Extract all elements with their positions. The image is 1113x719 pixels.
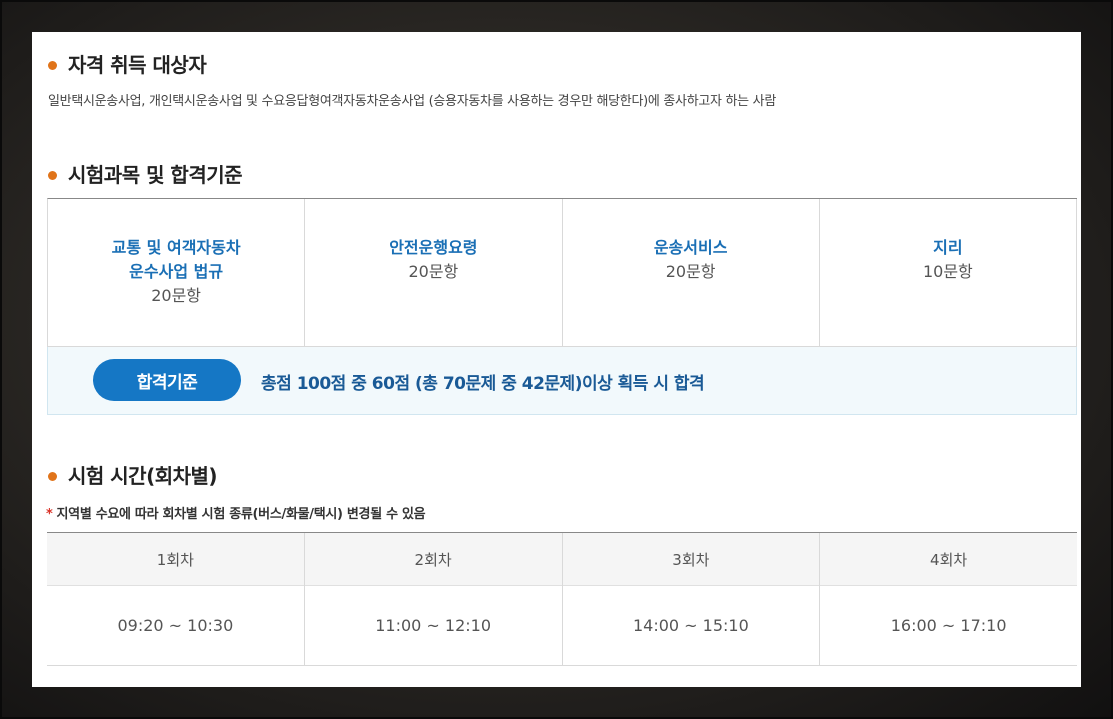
pass-criteria-row: 합격기준 총점 100점 중 60점 (총 70문제 중 42문제)이상 획득 … (47, 347, 1077, 415)
asterisk-icon: * (46, 507, 53, 522)
qualification-title: 자격 취득 대상자 (68, 53, 207, 77)
qualification-description: 일반택시운송사업, 개인택시운송사업 및 수요응답형여객자동차운송사업 (승용자… (48, 94, 776, 109)
schedule-table: 1회차 09:20 ~ 10:30 2회차 11:00 ~ 12:10 3회차 … (47, 532, 1077, 666)
subject-count: 10문항 (922, 262, 973, 281)
schedule-column: 4회차 16:00 ~ 17:10 (820, 533, 1077, 666)
schedule-time: 14:00 ~ 15:10 (562, 586, 820, 666)
schedule-time: 16:00 ~ 17:10 (820, 586, 1077, 666)
subject-cell: 운송서비스 20문항 (562, 199, 820, 347)
subject-count: 20문항 (408, 262, 459, 281)
subject-count: 20문항 (665, 262, 716, 281)
subject-name: 교통 및 여객자동차 운수사업 법규 (111, 238, 241, 281)
schedule-note-text: 지역별 수요에 따라 회차별 시험 종류(버스/화물/택시) 변경될 수 있음 (56, 507, 426, 522)
orange-bullet-icon (48, 61, 57, 70)
schedule-time: 11:00 ~ 12:10 (304, 586, 562, 666)
schedule-column: 3회차 14:00 ~ 15:10 (562, 533, 821, 666)
subject-cell: 지리 10문항 (819, 199, 1077, 347)
subject-count: 20문항 (151, 286, 202, 305)
schedule-heading: 시험 시간(회차별) (48, 460, 218, 489)
qualification-heading: 자격 취득 대상자 (48, 49, 207, 78)
info-card: 자격 취득 대상자 일반택시운송사업, 개인택시운송사업 및 수요응답형여객자동… (32, 32, 1081, 687)
orange-bullet-icon (48, 472, 57, 481)
schedule-round: 2회차 (304, 533, 562, 586)
schedule-column: 2회차 11:00 ~ 12:10 (304, 533, 563, 666)
schedule-note: * 지역별 수요에 따라 회차별 시험 종류(버스/화물/택시) 변경될 수 있음 (46, 503, 426, 522)
orange-bullet-icon (48, 171, 57, 180)
schedule-round: 1회차 (47, 533, 304, 586)
schedule-time: 09:20 ~ 10:30 (47, 586, 304, 666)
subject-name: 안전운행요령 (389, 238, 478, 257)
schedule-column: 1회차 09:20 ~ 10:30 (47, 533, 305, 666)
exam-title: 시험과목 및 합격기준 (68, 163, 243, 187)
pass-criteria-badge: 합격기준 (93, 359, 241, 401)
subjects-table: 교통 및 여객자동차 운수사업 법규 20문항 안전운행요령 20문항 운송서비… (47, 198, 1077, 347)
pass-criteria-text: 총점 100점 중 60점 (총 70문제 중 42문제)이상 획득 시 합격 (261, 374, 705, 394)
subject-cell: 교통 및 여객자동차 운수사업 법규 20문항 (48, 199, 306, 347)
schedule-round: 4회차 (820, 533, 1077, 586)
schedule-round: 3회차 (562, 533, 820, 586)
exam-heading: 시험과목 및 합격기준 (48, 159, 243, 188)
subject-name: 운송서비스 (653, 238, 728, 257)
subject-cell: 안전운행요령 20문항 (305, 199, 563, 347)
subject-name: 지리 (933, 238, 963, 257)
schedule-title: 시험 시간(회차별) (68, 464, 218, 488)
